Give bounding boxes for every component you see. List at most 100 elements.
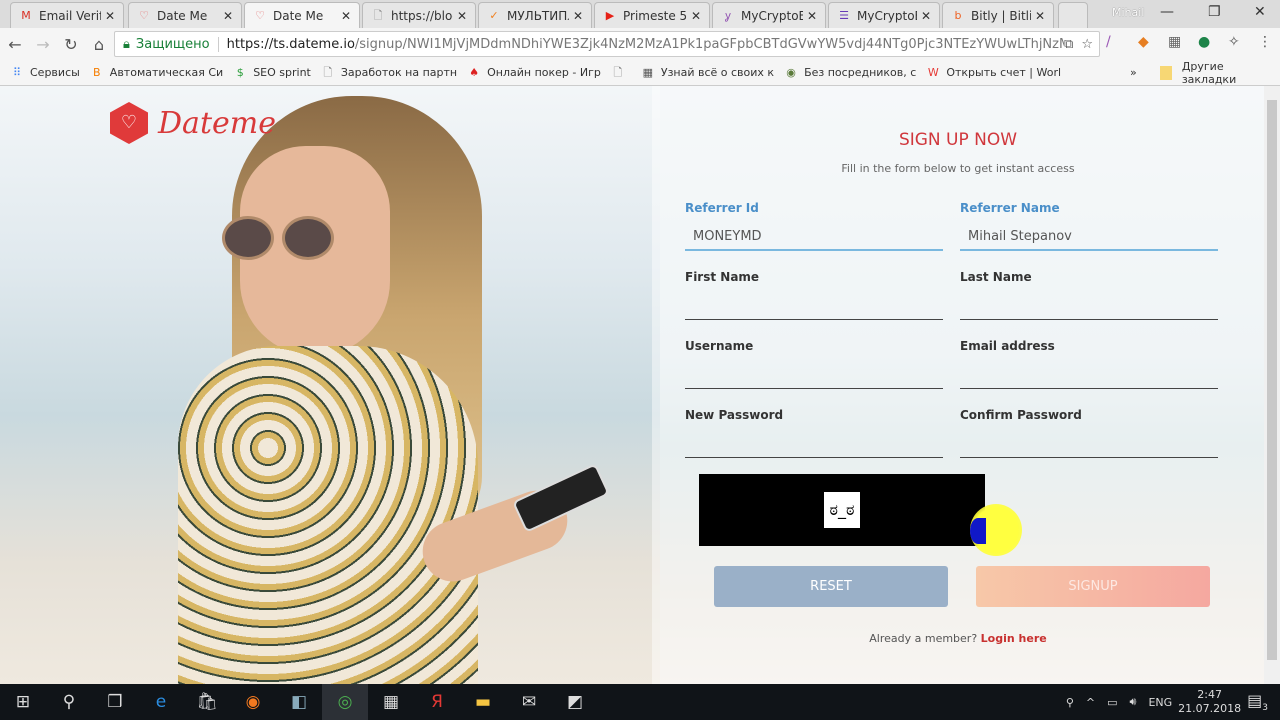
page-icon: 🗋 (323, 65, 333, 79)
profile-name[interactable]: Mihail (1112, 6, 1144, 19)
close-tab-icon[interactable]: ✕ (807, 9, 817, 23)
translate-icon[interactable]: ⧉ (1064, 37, 1073, 52)
last-name-input[interactable] (960, 292, 1218, 320)
tab[interactable]: ỿ MyCryptoBa ✕ (712, 2, 826, 28)
yandex-icon[interactable]: Я (414, 684, 460, 720)
email-address-label: Email address (960, 339, 1055, 353)
close-window-button[interactable]: ✕ (1254, 4, 1266, 20)
home-button[interactable]: ⌂ (86, 35, 112, 54)
referrer-name-input[interactable]: Mihail Stepanov (960, 223, 1218, 251)
logo[interactable]: ♡ Dateme (110, 102, 276, 144)
check-extension-icon[interactable]: ● (1198, 34, 1210, 50)
close-tab-icon[interactable]: ✕ (223, 9, 233, 23)
firefox-icon[interactable]: ◉ (230, 684, 276, 720)
hero-photo (0, 86, 660, 684)
bookmark[interactable]: $ SEO sprint (233, 66, 311, 80)
close-tab-icon[interactable]: ✕ (341, 9, 351, 23)
email-address-field: Email address (960, 339, 1218, 389)
tab[interactable]: b Bitly | Bitlink ✕ (942, 2, 1054, 28)
username-label: Username (685, 339, 754, 353)
bookmark[interactable]: ⠿ Сервисы (10, 66, 80, 80)
more-bookmarks-button[interactable]: » (1130, 66, 1137, 79)
bookmark-label: Без посредников, с (804, 66, 917, 79)
show-hidden-icons[interactable]: ^ (1086, 696, 1095, 709)
reload-button[interactable]: ↻ (58, 35, 84, 54)
scrollbar-thumb[interactable] (1267, 100, 1277, 660)
back-button[interactable]: ← (2, 35, 28, 54)
people-icon[interactable]: ⚲ (1066, 696, 1074, 709)
chrome-icon[interactable]: ◎ (322, 684, 368, 720)
bookmark[interactable]: 🗋 (611, 66, 631, 80)
tab[interactable]: ♡ Date Me ✕ (244, 2, 360, 28)
close-tab-icon[interactable]: ✕ (1035, 9, 1045, 23)
other-bookmarks[interactable]: Другие закладки (1160, 60, 1280, 86)
compass-extension-icon[interactable]: ✧ (1228, 34, 1240, 50)
list-icon: ☰ (839, 8, 849, 22)
tab[interactable]: ☰ MyCryptoBa ✕ (828, 2, 940, 28)
heart-icon: ♡ (139, 8, 149, 22)
tab-label: Primeste 50 (623, 8, 687, 23)
mail-icon[interactable]: ✉ (506, 684, 552, 720)
address-bar[interactable]: 🔒︎ Защищено https://ts.dateme.io/signup/… (114, 31, 1100, 57)
forward-button[interactable]: → (30, 35, 56, 54)
language-indicator[interactable]: ENG (1148, 696, 1172, 709)
scrollbar[interactable] (1264, 86, 1280, 684)
username-input[interactable] (685, 361, 943, 389)
maximize-button[interactable]: ❐ (1208, 4, 1221, 20)
windows-start-icon[interactable]: ⊞ (0, 684, 46, 720)
edge-icon[interactable]: e (138, 684, 184, 720)
clock[interactable]: 2:47 21.07.2018 (1178, 688, 1241, 716)
bookmark[interactable]: ◉ Без посредников, с (784, 66, 916, 80)
file-explorer-icon[interactable]: ▬ (460, 684, 506, 720)
email-address-input[interactable] (960, 361, 1218, 389)
first-name-input[interactable] (685, 292, 943, 320)
tab-label: MyCryptoBa (857, 8, 917, 23)
lock-icon: 🔒︎ (123, 36, 130, 52)
task-view-icon[interactable]: ❒ (92, 684, 138, 720)
new-password-input[interactable] (685, 430, 943, 458)
app-icon[interactable]: ◧ (276, 684, 322, 720)
referrer-id-input[interactable]: MONEYMD (685, 223, 943, 251)
search-icon[interactable]: ⚲ (46, 684, 92, 720)
reset-button[interactable]: RESET (714, 566, 948, 607)
bookmark[interactable]: ♠ Онлайн покер - Игр (467, 66, 601, 80)
close-tab-icon[interactable]: ✕ (691, 9, 701, 23)
store-icon[interactable]: 🛍︎ (184, 684, 230, 720)
login-prompt: Already a member? Login here (652, 632, 1264, 645)
new-password-field: New Password (685, 408, 943, 458)
close-tab-icon[interactable]: ✕ (921, 9, 931, 23)
pen-extension-icon[interactable]: / (1106, 34, 1111, 50)
calculator-icon[interactable]: ▦ (368, 684, 414, 720)
tab[interactable]: ✓ МУЛЬТИПЛ ✕ (478, 2, 592, 28)
tab[interactable]: 🗋 https://blog ✕ (362, 2, 476, 28)
blogger-icon: B (93, 65, 101, 79)
tab[interactable]: ▶ Primeste 50 ✕ (594, 2, 710, 28)
signup-button[interactable]: SIGNUP (976, 566, 1210, 607)
close-tab-icon[interactable]: ✕ (573, 9, 583, 23)
close-tab-icon[interactable]: ✕ (457, 9, 467, 23)
menu-icon[interactable]: ⋮ (1258, 34, 1272, 50)
confirm-password-input[interactable] (960, 430, 1218, 458)
date: 21.07.2018 (1178, 702, 1242, 715)
bookmark[interactable]: 🗋 Заработок на партн (321, 66, 457, 80)
close-tab-icon[interactable]: ✕ (105, 9, 115, 23)
check-icon: ✓ (489, 8, 499, 22)
notifications-icon[interactable]: ▤3 (1247, 691, 1268, 713)
bookmark[interactable]: W Открыть счет | Worl (926, 66, 1061, 80)
minimize-button[interactable]: — (1160, 4, 1174, 20)
network-icon[interactable]: ▭ (1107, 696, 1117, 709)
star-icon[interactable]: ☆ (1081, 37, 1093, 52)
qr-extension-icon[interactable]: ▦ (1168, 34, 1181, 50)
metamask-icon[interactable]: ◆ (1138, 34, 1149, 50)
logo-wordmark: Dateme (158, 105, 276, 141)
bookmark[interactable]: B Автоматическая Си (90, 66, 223, 80)
new-tab-button[interactable] (1058, 2, 1088, 28)
network-app-icon[interactable]: ◩ (552, 684, 598, 720)
volume-icon[interactable]: 🔊︎ (1130, 695, 1137, 709)
bookmark[interactable]: ▦ Узнай всё о своих к (641, 66, 774, 80)
login-link[interactable]: Login here (981, 632, 1047, 645)
tab[interactable]: M Email Verific ✕ (10, 2, 124, 28)
tab[interactable]: ♡ Date Me ✕ (128, 2, 242, 28)
new-password-label: New Password (685, 408, 784, 422)
captcha-widget[interactable]: ಠ_ಠ (699, 474, 985, 546)
